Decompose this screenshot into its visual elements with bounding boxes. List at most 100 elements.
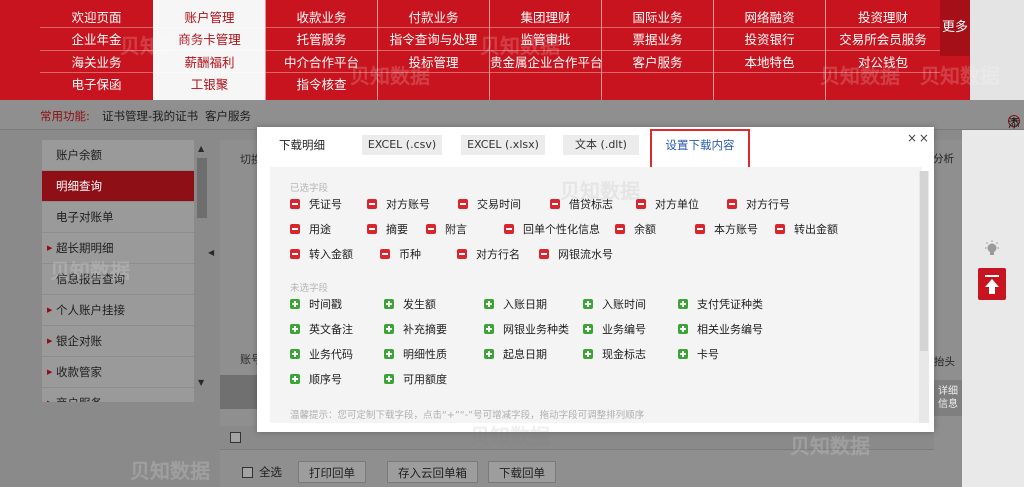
field-item[interactable]: 相关业务编号 (678, 323, 763, 337)
nav-item[interactable]: 商务卡管理 (154, 31, 265, 49)
tab-download-settings[interactable]: 设置下载内容 (650, 129, 750, 169)
select-all[interactable]: 全选 (242, 461, 282, 483)
sidebar-item[interactable]: ▶ 商户服务 (42, 388, 194, 402)
nav-item[interactable]: 国际业务 (602, 9, 713, 27)
add-icon[interactable] (583, 299, 593, 309)
remove-icon[interactable] (695, 224, 705, 234)
field-item[interactable]: 对方账号 (367, 198, 430, 212)
field-item[interactable]: 支付凭证种类 (678, 298, 763, 312)
select-all-checkbox[interactable] (242, 467, 253, 478)
remove-icon[interactable] (636, 199, 646, 209)
remove-icon[interactable] (367, 199, 377, 209)
field-item[interactable]: 英文备注 (290, 323, 353, 337)
field-item[interactable]: 明细性质 (384, 348, 447, 362)
add-icon[interactable] (384, 349, 394, 359)
row-checkbox[interactable] (230, 432, 241, 443)
remove-icon[interactable] (615, 224, 625, 234)
field-item[interactable]: 回单个性化信息 (504, 223, 600, 237)
nav-item[interactable]: 网络融资 (714, 9, 825, 27)
dialog-scroll-thumb[interactable] (920, 171, 928, 351)
detail-info-button[interactable]: 详细信息 (934, 380, 962, 416)
field-item[interactable]: 发生额 (384, 298, 436, 312)
field-item[interactable]: 入账时间 (583, 298, 646, 312)
remove-icon[interactable] (290, 249, 300, 259)
add-icon[interactable] (678, 349, 688, 359)
add-icon[interactable] (678, 324, 688, 334)
field-item[interactable]: 交易时间 (458, 198, 521, 212)
field-item[interactable]: 业务代码 (290, 348, 353, 362)
nav-item[interactable]: 海关业务 (40, 54, 153, 72)
nav-item[interactable]: 付款业务 (378, 9, 489, 27)
add-icon[interactable] (484, 299, 494, 309)
remove-icon[interactable] (458, 199, 468, 209)
print-receipt-button[interactable]: 打印回单 (298, 461, 366, 483)
add-icon[interactable] (384, 324, 394, 334)
field-item[interactable]: 对方行名 (457, 248, 520, 262)
shortcut-certificate[interactable]: 证书管理-我的证书 (102, 108, 198, 124)
remove-icon[interactable] (367, 224, 377, 234)
field-item[interactable]: 转入金额 (290, 248, 353, 262)
field-item[interactable]: 现金标志 (583, 348, 646, 362)
nav-item[interactable]: 指令查询与处理 (378, 31, 489, 49)
remove-icon[interactable] (727, 199, 737, 209)
nav-item[interactable]: 指令核查 (266, 76, 377, 94)
add-icon[interactable] (583, 349, 593, 359)
add-icon[interactable] (484, 324, 494, 334)
sidebar-item[interactable]: ▶ 个人账户挂接 (42, 295, 194, 326)
sidebar-scroll-thumb[interactable] (197, 158, 207, 218)
remove-icon[interactable] (290, 224, 300, 234)
download-receipt-button[interactable]: 下载回单 (488, 461, 556, 483)
field-item[interactable]: 入账日期 (484, 298, 547, 312)
sidebar-item[interactable]: 账户余额 (42, 140, 194, 171)
add-icon[interactable] (290, 349, 300, 359)
field-item[interactable]: 币种 (380, 248, 421, 262)
shortcut-customer-service[interactable]: 客户服务 (205, 108, 251, 124)
add-icon[interactable] (384, 299, 394, 309)
nav-item[interactable]: 集团理财 (490, 9, 601, 27)
remove-icon[interactable] (539, 249, 549, 259)
field-item[interactable]: 卡号 (678, 348, 719, 362)
field-item[interactable]: 对方单位 (636, 198, 699, 212)
format-tab-xlsx[interactable]: EXCEL (.xlsx) (461, 135, 545, 155)
remove-icon[interactable] (775, 224, 785, 234)
remove-icon[interactable] (380, 249, 390, 259)
nav-item[interactable]: 监管审批 (490, 31, 601, 49)
nav-item[interactable]: 账户管理 (154, 9, 265, 27)
remove-icon[interactable] (504, 224, 514, 234)
nav-item[interactable]: 企业年金 (40, 31, 153, 49)
field-item[interactable]: 附言 (426, 223, 467, 237)
sidebar-item[interactable]: 信息报告查询 (42, 264, 194, 295)
add-icon[interactable] (290, 374, 300, 384)
nav-item[interactable]: 投资理财 (826, 9, 940, 27)
field-item[interactable]: 用途 (290, 223, 331, 237)
sidebar-item[interactable]: 电子对账单 (42, 202, 194, 233)
nav-item[interactable]: 对公钱包 (826, 54, 940, 72)
collapse-sidebar-icon[interactable]: ◀ (208, 248, 214, 257)
nav-item[interactable]: 投资银行 (714, 31, 825, 49)
lightbulb-icon[interactable] (983, 240, 1001, 258)
format-tab-csv[interactable]: EXCEL (.csv) (362, 135, 442, 155)
sidebar-item[interactable]: ▶ 银企对账 (42, 326, 194, 357)
analysis-link[interactable]: 分析 (933, 151, 954, 166)
nav-item[interactable]: 电子保函 (40, 76, 153, 94)
sidebar-scrollbar[interactable]: ▲ ▼ (194, 140, 210, 402)
field-item[interactable]: 业务编号 (583, 323, 646, 337)
nav-item[interactable]: 薪酬福利 (154, 54, 265, 72)
scroll-up-icon[interactable]: ▲ (198, 144, 204, 153)
remove-icon[interactable] (550, 199, 560, 209)
add-icon[interactable] (583, 324, 593, 334)
nav-item[interactable]: 中介合作平台 (266, 54, 377, 72)
field-item[interactable]: 网银业务种类 (484, 323, 569, 337)
nav-item[interactable]: 客户服务 (602, 54, 713, 72)
sidebar-item[interactable]: ▶ 收款管家 (42, 357, 194, 388)
sidebar-item[interactable]: ▶ 超长期明细 (42, 233, 194, 264)
field-item[interactable]: 顺序号 (290, 373, 342, 387)
field-item[interactable]: 凭证号 (290, 198, 342, 212)
add-icon[interactable] (384, 374, 394, 384)
back-to-top-icon[interactable] (978, 268, 1006, 300)
nav-item[interactable]: 票据业务 (602, 31, 713, 49)
scroll-down-icon[interactable]: ▼ (198, 378, 204, 387)
field-item[interactable]: 对方行号 (727, 198, 790, 212)
add-icon[interactable] (484, 349, 494, 359)
close-icon[interactable]: × × (907, 131, 929, 145)
